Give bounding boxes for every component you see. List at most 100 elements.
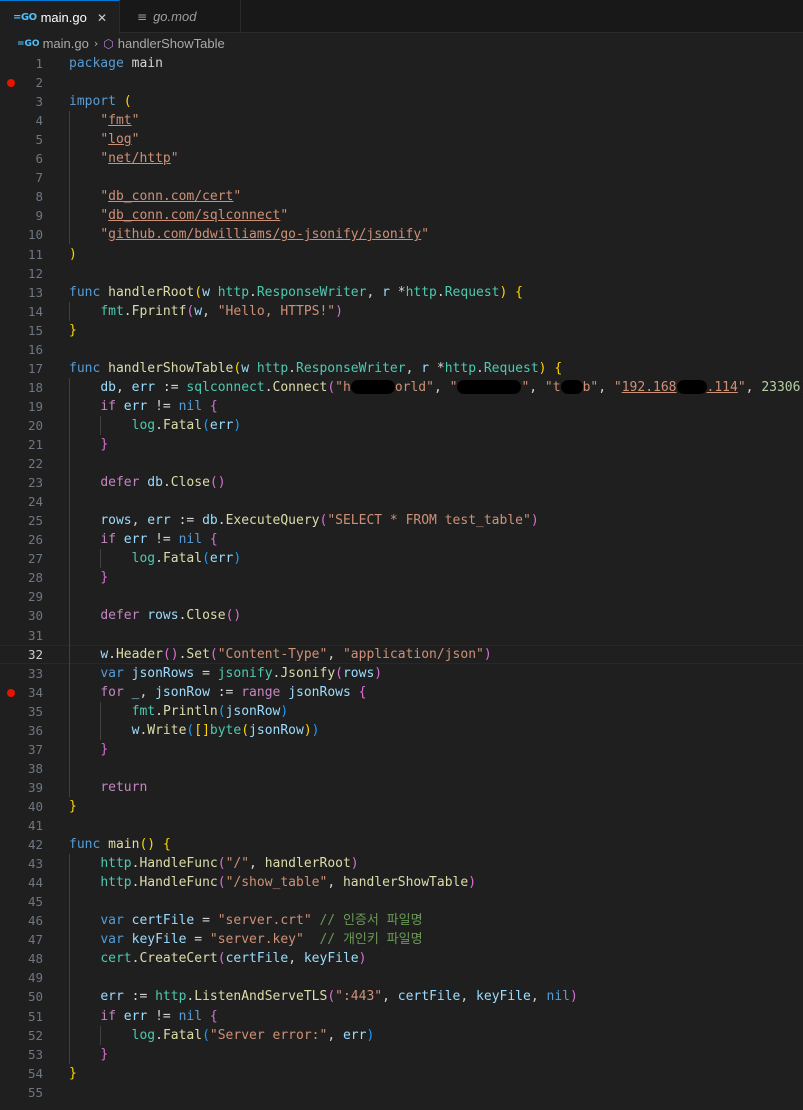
line-number[interactable]: 51 [0, 1007, 43, 1026]
breakpoint-icon[interactable] [7, 79, 15, 88]
line-number[interactable]: 3 [0, 92, 43, 111]
code-line[interactable]: 1 package main [0, 54, 803, 73]
line-number[interactable]: 46 [0, 911, 43, 930]
code-editor[interactable]: 1 package main 2 3 import (4 "fmt" 5 "log" 6 "… [0, 54, 803, 1110]
line-number[interactable]: 49 [0, 968, 43, 987]
line-number[interactable]: 8 [0, 187, 43, 206]
code-line[interactable]: 48 cert.CreateCert(certFile, keyFile) [0, 949, 803, 968]
line-number[interactable]: 7 [0, 168, 43, 187]
line-number[interactable]: 44 [0, 873, 43, 892]
tab-main-go[interactable]: =GO main.go ✕ [0, 0, 120, 34]
code-line[interactable]: 14 fmt.Fprintf(w, "Hello, HTTPS!") [0, 302, 803, 321]
line-number[interactable]: 48 [0, 949, 43, 968]
line-number[interactable]: 25 [0, 511, 43, 530]
code-line[interactable]: 3 import ( [0, 92, 803, 111]
line-number[interactable]: 54 [0, 1064, 43, 1083]
code-line[interactable]: 45 [0, 892, 803, 911]
line-number[interactable]: 36 [0, 721, 43, 740]
code-line[interactable]: 51 if err != nil { [0, 1007, 803, 1026]
tab-go-mod[interactable]: ≡ go.mod [120, 0, 241, 33]
code-line[interactable]: 12 [0, 264, 803, 283]
code-line[interactable]: 6 "net/http" [0, 149, 803, 168]
line-number[interactable]: 9 [0, 206, 43, 225]
line-number[interactable]: 47 [0, 930, 43, 949]
code-line[interactable]: 52 log.Fatal("Server error:", err) [0, 1026, 803, 1045]
close-icon[interactable]: ✕ [97, 11, 107, 25]
line-number[interactable]: 26 [0, 530, 43, 549]
line-number[interactable]: 20 [0, 416, 43, 435]
code-line[interactable]: 50 err := http.ListenAndServeTLS(":443",… [0, 987, 803, 1006]
code-line[interactable]: 54} [0, 1064, 803, 1083]
code-line[interactable]: 49 [0, 968, 803, 987]
code-line[interactable]: 9 "db_conn.com/sqlconnect" [0, 206, 803, 225]
line-number[interactable]: 23 [0, 473, 43, 492]
code-line[interactable]: 21 } [0, 435, 803, 454]
code-line[interactable]: 53 } [0, 1045, 803, 1064]
line-number[interactable]: 15 [0, 321, 43, 340]
code-line[interactable]: 27 log.Fatal(err) [0, 549, 803, 568]
line-number[interactable]: 13 [0, 283, 43, 302]
line-number[interactable]: 45 [0, 892, 43, 911]
breadcrumb-file[interactable]: main.go [43, 36, 89, 51]
line-number[interactable]: 52 [0, 1026, 43, 1045]
code-line[interactable]: 42 func main() { [0, 835, 803, 854]
code-line[interactable]: 13 func handlerRoot(w http.ResponseWriter… [0, 283, 803, 302]
code-line[interactable]: 55 [0, 1083, 803, 1102]
code-line[interactable]: 32 w.Header().Set("Content-Type", "appli… [0, 644, 803, 664]
code-line[interactable]: 4 "fmt" [0, 111, 803, 130]
line-number[interactable]: 28 [0, 568, 43, 587]
code-line[interactable]: 47 var keyFile = "server.key" // 개인키 파일명 [0, 930, 803, 949]
line-number[interactable]: 38 [0, 759, 43, 778]
line-number[interactable]: 55 [0, 1083, 43, 1102]
line-number[interactable]: 11 [0, 245, 43, 264]
code-line[interactable]: 28 } [0, 568, 803, 587]
code-line[interactable]: 15} [0, 321, 803, 340]
line-number[interactable]: 29 [0, 587, 43, 606]
code-line[interactable]: 31 [0, 626, 803, 645]
line-number[interactable]: 12 [0, 264, 43, 283]
line-number[interactable]: 39 [0, 778, 43, 797]
code-line[interactable]: 10 "github.com/bdwilliams/go-jsonify/jso… [0, 225, 803, 244]
line-number[interactable]: 31 [0, 626, 43, 645]
code-line[interactable]: 5 "log" [0, 130, 803, 149]
code-line[interactable]: 33 var jsonRows = jsonify.Jsonify(rows) [0, 664, 803, 683]
line-number[interactable]: 22 [0, 454, 43, 473]
code-line[interactable]: 43 http.HandleFunc("/", handlerRoot) [0, 854, 803, 873]
code-line[interactable]: 34 for _, jsonRow := range jsonRows { [0, 683, 803, 702]
line-number[interactable]: 32 [0, 646, 43, 663]
code-line[interactable]: 25 rows, err := db.ExecuteQuery("SELECT … [0, 511, 803, 530]
code-line[interactable]: 22 [0, 454, 803, 473]
line-number[interactable]: 50 [0, 987, 43, 1006]
code-line[interactable]: 11) [0, 245, 803, 264]
line-number[interactable]: 17 [0, 359, 43, 378]
line-number[interactable]: 19 [0, 397, 43, 416]
code-line[interactable]: 17 func handlerShowTable(w http.ResponseW… [0, 359, 803, 378]
code-line[interactable]: 41 [0, 816, 803, 835]
line-number[interactable]: 6 [0, 149, 43, 168]
code-line[interactable]: 18 db, err := sqlconnect.Connect("h orld"… [0, 378, 803, 397]
line-number[interactable]: 33 [0, 664, 43, 683]
breadcrumb-symbol[interactable]: handlerShowTable [118, 36, 225, 51]
line-number[interactable]: 41 [0, 816, 43, 835]
line-number[interactable]: 18 [0, 378, 43, 397]
line-number[interactable]: 21 [0, 435, 43, 454]
code-line[interactable]: 8 "db_conn.com/cert" [0, 187, 803, 206]
code-line[interactable]: 24 [0, 492, 803, 511]
code-line[interactable]: 19 if err != nil { [0, 397, 803, 416]
line-number[interactable]: 24 [0, 492, 43, 511]
line-number[interactable]: 5 [0, 130, 43, 149]
line-number[interactable]: 4 [0, 111, 43, 130]
code-line[interactable]: 46 var certFile = "server.crt" // 인증서 파일… [0, 911, 803, 930]
line-number[interactable]: 30 [0, 606, 43, 625]
breakpoint-icon[interactable] [7, 688, 15, 697]
line-number[interactable]: 27 [0, 549, 43, 568]
code-line[interactable]: 44 http.HandleFunc("/show_table", handle… [0, 873, 803, 892]
line-number[interactable]: 53 [0, 1045, 43, 1064]
code-line[interactable]: 20 log.Fatal(err) [0, 416, 803, 435]
code-line[interactable]: 26 if err != nil { [0, 530, 803, 549]
code-line[interactable]: 40} [0, 797, 803, 816]
line-number[interactable]: 40 [0, 797, 43, 816]
code-line[interactable]: 29 [0, 587, 803, 606]
line-number[interactable]: 42 [0, 835, 43, 854]
code-line[interactable]: 38 [0, 759, 803, 778]
